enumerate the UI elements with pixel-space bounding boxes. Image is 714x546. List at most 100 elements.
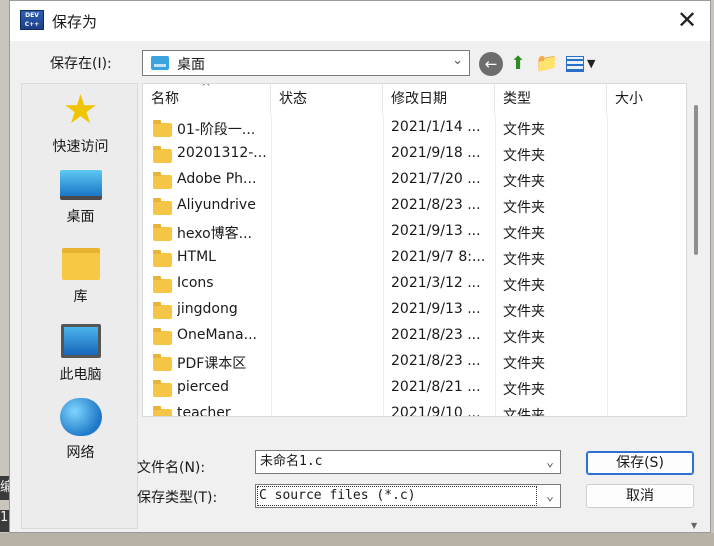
file-name: Aliyundrive — [177, 197, 256, 213]
file-type: 文件夹 — [503, 148, 545, 164]
file-name: OneMana... — [177, 327, 257, 343]
file-name: pierced — [177, 379, 230, 395]
dialog-title: 保存为 — [52, 13, 98, 31]
column-modified-label: 修改日期 — [391, 91, 447, 107]
file-row[interactable]: pierced 2021/8/21 ... 文件夹 — [143, 376, 686, 402]
desktop-folder-icon — [151, 56, 169, 70]
filename-value: 未命名1.c — [260, 454, 323, 469]
column-header-modified[interactable]: 修改日期 — [383, 84, 495, 114]
place-network[interactable]: 网络 — [22, 398, 139, 462]
file-date: 2021/8/23 ... — [391, 327, 481, 343]
save-button[interactable]: 保存(S) — [586, 451, 694, 475]
file-date: 2021/9/13 ... — [391, 301, 481, 317]
background-text-2: 1 — [0, 510, 9, 525]
file-type: 文件夹 — [503, 278, 545, 294]
folder-icon — [153, 328, 172, 345]
back-button[interactable]: ← — [479, 52, 503, 76]
file-type: 文件夹 — [503, 408, 545, 417]
file-row[interactable]: Icons 2021/3/12 ... 文件夹 — [143, 272, 686, 298]
column-type-label: 类型 — [503, 91, 531, 107]
file-date: 2021/3/12 ... — [391, 275, 481, 291]
file-list[interactable]: 名称 ^ 状态 修改日期 类型 大小 01-阶段一... 2021/1/14 ..… — [142, 83, 687, 417]
file-row[interactable]: jingdong 2021/9/13 ... 文件夹 — [143, 298, 686, 324]
file-name: HTML — [177, 249, 216, 265]
location-value: 桌面 — [177, 57, 205, 73]
save-as-dialog: DEV C++ 保存为 ✕ 保存在(I): 桌面 ⌄ ← ⬆ 📁 ▼ ★ 快速访… — [9, 0, 711, 533]
place-library[interactable]: 库 — [22, 248, 139, 306]
column-header-name[interactable]: 名称 ^ — [143, 84, 271, 114]
place-this-pc[interactable]: 此电脑 — [22, 324, 139, 384]
chevron-down-icon[interactable]: ⌄ — [546, 452, 554, 474]
file-type: 文件夹 — [503, 304, 545, 320]
file-date: 2021/8/23 ... — [391, 353, 481, 369]
file-row[interactable]: Aliyundrive 2021/8/23 ... 文件夹 — [143, 194, 686, 220]
dropdown-arrow-icon: ▼ — [587, 57, 596, 70]
folder-icon — [153, 146, 172, 163]
new-folder-icon: 📁 — [535, 53, 559, 74]
file-name: hexo博客... — [177, 226, 253, 242]
column-size-label: 大小 — [615, 91, 643, 107]
column-header-status[interactable]: 状态 — [271, 84, 383, 114]
file-row[interactable]: 01-阶段一... 2021/1/14 ... 文件夹 — [143, 116, 686, 142]
file-type: 文件夹 — [503, 382, 545, 398]
filetype-value: C source files (*.c) — [257, 486, 537, 506]
file-row[interactable]: 20201312-... 2021/9/18 ... 文件夹 — [143, 142, 686, 168]
file-row[interactable]: hexo博客... 2021/9/13 ... 文件夹 — [143, 220, 686, 246]
place-quick-access[interactable]: ★ 快速访问 — [22, 90, 139, 156]
places-bar: ★ 快速访问 桌面 库 此电脑 网络 — [21, 83, 138, 529]
file-name: Icons — [177, 275, 214, 291]
folder-icon — [153, 276, 172, 293]
file-name: Adobe Ph... — [177, 171, 257, 187]
folder-icon — [153, 120, 172, 137]
file-date: 2021/9/7 8:... — [391, 249, 486, 265]
folder-icon — [153, 406, 172, 416]
file-type: 文件夹 — [503, 122, 545, 138]
file-type: 文件夹 — [503, 200, 545, 216]
place-label: 库 — [73, 289, 88, 305]
file-row[interactable]: OneMana... 2021/8/23 ... 文件夹 — [143, 324, 686, 350]
view-menu-button[interactable]: ▼ — [566, 52, 600, 76]
file-date: 2021/9/18 ... — [391, 145, 481, 161]
file-name: 20201312-... — [177, 145, 267, 161]
folder-icon — [153, 354, 172, 371]
sort-ascending-icon: ^ — [201, 83, 212, 94]
place-label: 桌面 — [66, 209, 95, 225]
title-bar: DEV C++ 保存为 ✕ — [10, 1, 710, 41]
folder-icon — [153, 250, 172, 267]
new-folder-button[interactable]: 📁 — [535, 52, 559, 76]
close-button[interactable]: ✕ — [664, 1, 710, 41]
file-name: teacher — [177, 405, 231, 417]
folder-icon — [153, 380, 172, 397]
column-header-type[interactable]: 类型 — [495, 84, 607, 114]
place-desktop[interactable]: 桌面 — [22, 170, 139, 226]
file-type: 文件夹 — [503, 330, 545, 346]
file-row[interactable]: HTML 2021/9/7 8:... 文件夹 — [143, 246, 686, 272]
file-date: 2021/8/21 ... — [391, 379, 481, 395]
file-row[interactable]: Adobe Ph... 2021/7/20 ... 文件夹 — [143, 168, 686, 194]
library-icon — [61, 248, 100, 280]
file-date: 2021/9/10 ... — [391, 405, 481, 417]
cancel-button[interactable]: 取消 — [586, 484, 694, 508]
file-date: 2021/7/20 ... — [391, 171, 481, 187]
network-icon — [59, 398, 102, 436]
file-type: 文件夹 — [503, 174, 545, 190]
scroll-down-icon[interactable]: ▼ — [691, 521, 697, 530]
file-date: 2021/9/13 ... — [391, 223, 481, 239]
file-date: 2021/1/14 ... — [391, 119, 481, 135]
file-row[interactable]: teacher 2021/9/10 ... 文件夹 — [143, 402, 686, 417]
chevron-down-icon[interactable]: ⌄ — [452, 53, 463, 68]
file-date: 2021/8/23 ... — [391, 197, 481, 213]
up-folder-button[interactable]: ⬆ — [506, 52, 530, 76]
file-row[interactable]: PDF课本区 2021/8/23 ... 文件夹 — [143, 350, 686, 376]
file-list-scrollbar[interactable] — [694, 105, 698, 255]
column-header-size[interactable]: 大小 — [607, 84, 686, 114]
column-status-label: 状态 — [279, 91, 307, 107]
view-grid-icon — [566, 56, 584, 72]
computer-icon — [60, 324, 101, 358]
location-combobox[interactable]: 桌面 ⌄ — [142, 50, 470, 76]
filetype-label: 保存类型(T): — [137, 490, 218, 506]
file-name: PDF课本区 — [177, 356, 247, 372]
filename-input[interactable]: 未命名1.c ⌄ — [255, 450, 561, 474]
devcpp-app-icon: DEV C++ — [20, 10, 44, 30]
chevron-down-icon[interactable]: ⌄ — [546, 486, 554, 508]
